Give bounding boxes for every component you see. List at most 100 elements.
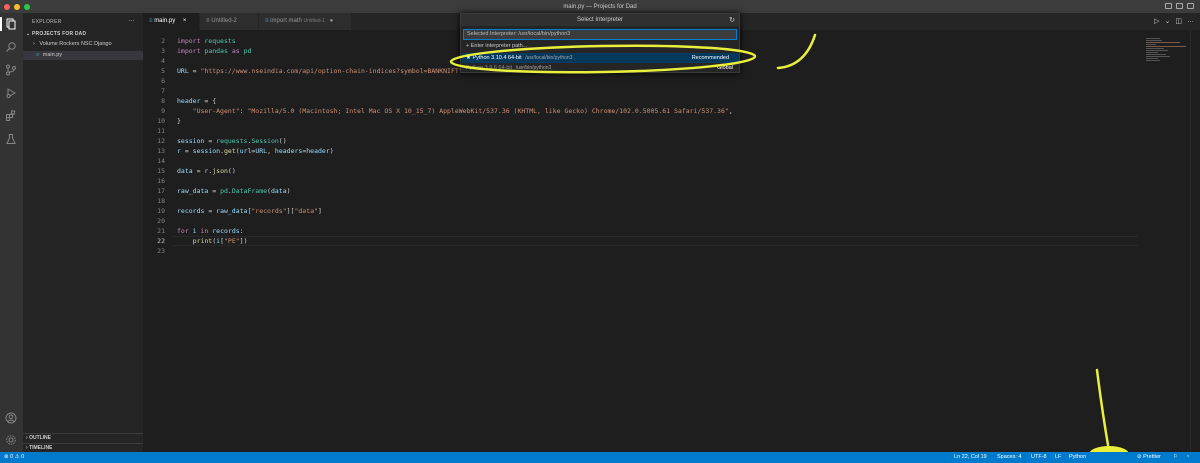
editor-actions: ▷ ⌄ ◫ … [1154, 17, 1194, 25]
tab-hint: Untitled-1 [303, 18, 325, 24]
split-editor-icon[interactable]: ◫ [1175, 17, 1182, 25]
code-text: "User-Agent": "Mozilla/5.0 (Macintosh; I… [192, 107, 733, 115]
code-text: header = { [177, 97, 217, 105]
notifications-bell-icon[interactable]: ◔ [1186, 452, 1189, 463]
chevron-down-icon[interactable]: ⌄ [1165, 17, 1171, 25]
tab-label: main.py [154, 18, 176, 24]
status-bar: ⊗ 0 ⚠ 0 Ln 22, Col 19 Spaces: 4 UTF-8 LF… [0, 452, 1200, 463]
current-line-highlight [173, 236, 1138, 246]
tree-item-label: Volume Rockers NSC Django [39, 41, 112, 47]
line-number: 20 [157, 217, 165, 225]
outline-label: OUTLINE [29, 435, 52, 441]
code-text: for i in records: [177, 227, 244, 235]
line-number: 2 [161, 37, 165, 45]
outline-section[interactable]: › OUTLINE [23, 433, 143, 442]
select-interpreter-quickpick: Select Interpreter ↻ Selected Interprete… [460, 13, 740, 73]
chevron-right-icon: › [33, 41, 35, 47]
close-tab-icon[interactable]: × [183, 18, 187, 24]
line-number: 9 [161, 107, 165, 115]
prettier-status[interactable]: ⊘ Prettier [1137, 452, 1161, 463]
tab-untitled-1[interactable]: ≡ import math Untitled-1 ● [259, 13, 351, 30]
tree-item-label: main.py [42, 52, 63, 58]
workspace-folder-label: PROJECTS FOR DAD [31, 31, 87, 37]
toggle-sidebar-icon[interactable] [1165, 3, 1172, 9]
line-number: 10 [157, 117, 165, 125]
encoding-status[interactable]: UTF-8 [1031, 452, 1047, 463]
line-number: 19 [157, 207, 165, 215]
recommended-badge: Recommended [691, 55, 729, 61]
code-text: print(i["PE"]) [192, 237, 248, 245]
account-icon[interactable] [5, 412, 17, 424]
editor-scrollbar[interactable] [1190, 30, 1200, 452]
tree-item-file[interactable]: ≡ main.py [23, 51, 143, 60]
code-text: URL = "https://www.nseindia.com/api/opti… [177, 67, 467, 75]
interpreter-option-label: ★ Python 3.10.4 64-bit [466, 55, 522, 61]
interpreter-search-input[interactable]: Selected Interpreter: /usr/local/bin/pyt… [463, 29, 737, 40]
eol-status[interactable]: LF [1055, 452, 1061, 463]
activity-bar [0, 13, 23, 452]
line-number: 5 [161, 67, 165, 75]
explorer-title: EXPLORER [32, 19, 62, 25]
line-number: 17 [157, 187, 165, 195]
cursor-position-status[interactable]: Ln 22, Col 19 [954, 452, 987, 463]
language-mode-status[interactable]: Python [1069, 452, 1086, 463]
python-file-icon: ≡ [265, 18, 269, 24]
quickpick-title: Select Interpreter [461, 14, 739, 26]
line-number: 18 [157, 197, 165, 205]
explorer-more-actions-icon[interactable]: … [128, 16, 135, 23]
line-number: 13 [157, 147, 165, 155]
interpreter-option-global[interactable]: Python 3.9.6 64-bit /usr/bin/python3 Glo… [462, 64, 739, 72]
line-number: 12 [157, 137, 165, 145]
interpreter-option-path: /usr/local/bin/python3 [525, 55, 573, 61]
title-bar: main.py — Projects for Dad [0, 0, 1200, 13]
testing-icon[interactable] [5, 133, 17, 145]
source-control-icon[interactable] [5, 64, 17, 76]
run-debug-icon[interactable] [5, 87, 17, 99]
tab-label: import math [270, 18, 302, 24]
code-text: import pandas as pd [177, 47, 252, 55]
python-file-icon: ≡ [149, 18, 153, 24]
explorer-icon[interactable] [5, 18, 17, 30]
timeline-label: TIMELINE [29, 445, 53, 451]
more-actions-icon[interactable]: … [1187, 17, 1194, 25]
minimap[interactable] [1146, 38, 1186, 68]
interpreter-option-recommended[interactable]: ★ Python 3.10.4 64-bit /usr/local/bin/py… [462, 53, 739, 63]
enter-interpreter-path-option[interactable]: + Enter interpreter path... [462, 41, 739, 51]
tree-item-folder[interactable]: › Volume Rockers NSC Django [23, 40, 143, 49]
code-text: r = session.get(url=URL, headers=header) [177, 147, 334, 155]
chevron-down-icon: ⌄ [26, 31, 31, 37]
line-number: 15 [157, 167, 165, 175]
active-indicator [0, 17, 2, 31]
window-title: main.py — Projects for Dad [563, 3, 637, 10]
line-number: 4 [161, 57, 165, 65]
interpreter-option-label: Python 3.9.6 64-bit [466, 65, 513, 71]
unsaved-dot-icon[interactable]: ● [330, 18, 334, 24]
line-number: 8 [161, 97, 165, 105]
line-number: 6 [161, 77, 165, 85]
tab-untitled-2[interactable]: ≡ Untitled-2 [200, 13, 258, 30]
customize-layout-icon[interactable] [1187, 3, 1194, 9]
timeline-section[interactable]: › TIMELINE [23, 443, 143, 452]
workspace-folder-header[interactable]: ⌄ PROJECTS FOR DAD [26, 31, 86, 37]
indentation-status[interactable]: Spaces: 4 [997, 452, 1021, 463]
code-text: data = r.json() [177, 167, 236, 175]
line-number: 14 [157, 157, 165, 165]
settings-gear-icon[interactable] [5, 434, 17, 446]
line-number: 23 [157, 247, 165, 255]
toggle-panel-icon[interactable] [1176, 3, 1183, 9]
problems-status[interactable]: ⊗ 0 ⚠ 0 [4, 452, 24, 463]
line-number: 11 [157, 127, 165, 135]
tab-main-py[interactable]: ≡ main.py × [143, 13, 199, 30]
extensions-icon[interactable] [5, 110, 17, 122]
code-text: import requests [177, 37, 236, 45]
refresh-icon[interactable]: ↻ [729, 16, 735, 24]
run-python-icon[interactable]: ▷ [1154, 17, 1159, 25]
line-number: 22 [157, 237, 165, 245]
line-number: 3 [161, 47, 165, 55]
feedback-icon[interactable]: ⚐ [1173, 452, 1178, 463]
code-text: records = raw_data["records"]["data"] [177, 207, 322, 215]
search-icon[interactable] [5, 41, 17, 53]
chevron-right-icon: › [26, 445, 28, 451]
code-editor[interactable]: 2 import requests 3 import pandas as pd 4 5 UR… [143, 30, 1200, 452]
global-badge: Global [717, 65, 733, 71]
